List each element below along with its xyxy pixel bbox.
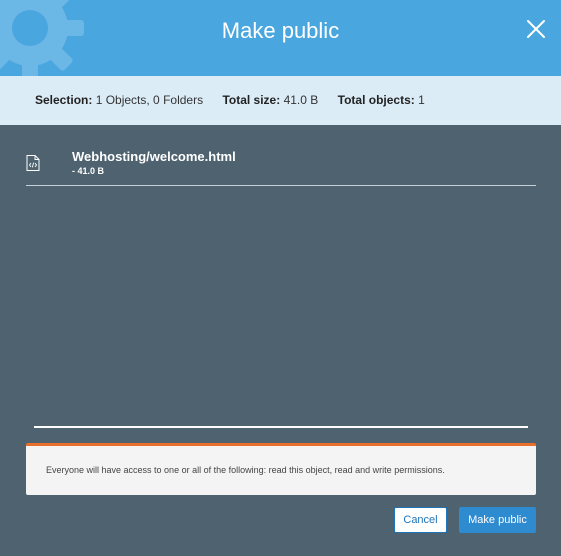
dialog-content: Webhosting/welcome.html - 41.0 B Everyon… (0, 125, 561, 556)
file-name: Webhosting/welcome.html (72, 149, 236, 164)
dialog-header: Make public (0, 0, 561, 76)
close-icon[interactable] (525, 18, 547, 40)
cancel-button[interactable]: Cancel (394, 507, 447, 533)
permission-warning: Everyone will have access to one or all … (26, 443, 536, 495)
selection-label: Selection: (35, 93, 93, 107)
selection-info: Selection: 1 Objects, 0 Folders (35, 93, 206, 107)
make-public-button[interactable]: Make public (459, 507, 536, 533)
total-size-info: Total size: 41.0 B (222, 93, 321, 107)
total-size-label: Total size: (222, 93, 281, 107)
dialog-title: Make public (221, 18, 340, 43)
file-size: - 41.0 B (72, 166, 105, 176)
html-file-icon (26, 155, 40, 171)
total-objects-info: Total objects: 1 (338, 93, 425, 107)
total-objects-value: 1 (418, 93, 425, 107)
warning-message: Everyone will have access to one or all … (46, 465, 445, 475)
file-list-item: Webhosting/welcome.html - 41.0 B (26, 147, 536, 186)
divider (34, 426, 528, 428)
total-size-value: 41.0 B (283, 93, 319, 107)
selection-summary: Selection: 1 Objects, 0 Folders Total si… (0, 76, 561, 125)
total-objects-label: Total objects: (337, 93, 415, 107)
selection-value: 1 Objects, 0 Folders (95, 93, 204, 107)
